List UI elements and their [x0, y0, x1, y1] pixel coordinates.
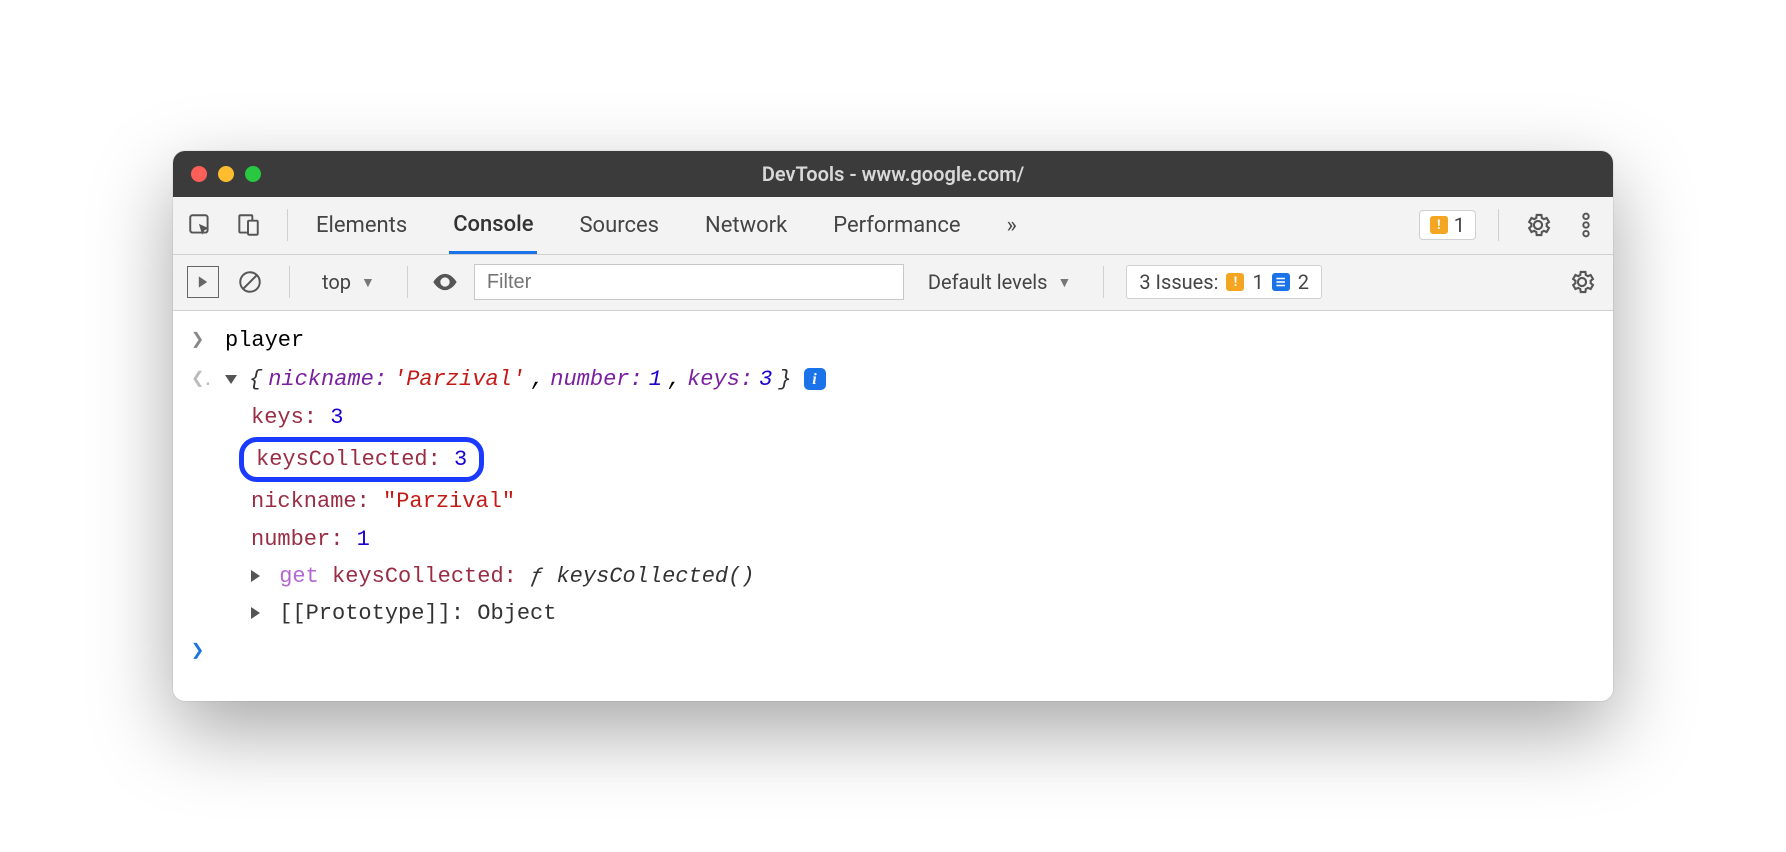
input-prompt-icon: ❯	[191, 323, 225, 358]
console-toolbar: top ▼ Default levels ▼ 3 Issues: ! 1 ☰ 2	[173, 255, 1613, 311]
issues-counter[interactable]: 3 Issues: ! 1 ☰ 2	[1126, 265, 1322, 299]
divider	[287, 209, 288, 241]
prop-key: number:	[251, 527, 343, 552]
property-row[interactable]: number: 1	[251, 521, 1613, 558]
tab-label: Sources	[579, 213, 659, 238]
titlebar: DevTools - www.google.com/	[173, 151, 1613, 197]
filter-input[interactable]	[474, 264, 904, 300]
property-row[interactable]: keys: 3	[251, 399, 1613, 436]
prop-value: 1	[357, 527, 370, 552]
open-brace: {	[249, 362, 262, 397]
prop-value: 3	[454, 447, 467, 472]
property-row-prototype[interactable]: [[Prototype]]: Object	[251, 595, 1613, 632]
warning-icon: !	[1430, 216, 1448, 234]
levels-label: Default levels	[928, 270, 1048, 294]
expand-toggle-icon[interactable]	[225, 375, 237, 384]
warning-icon: !	[1226, 273, 1244, 291]
info-issue-icon: ☰	[1272, 273, 1290, 291]
maximize-window-button[interactable]	[245, 166, 261, 182]
summary-value: 3	[759, 362, 772, 397]
tabs-left-icons	[183, 208, 296, 242]
minimize-window-button[interactable]	[218, 166, 234, 182]
prop-key: [[Prototype]]:	[279, 601, 464, 626]
top-issues-badge[interactable]: ! 1	[1419, 210, 1476, 240]
settings-gear-icon[interactable]	[1521, 208, 1555, 242]
info-count: 2	[1298, 270, 1309, 294]
chevron-down-icon: ▼	[361, 274, 375, 291]
divider	[289, 266, 290, 298]
divider	[1103, 266, 1104, 298]
highlight-annotation: keysCollected: 3	[239, 437, 484, 482]
divider	[1498, 209, 1499, 241]
property-row-highlighted[interactable]: keysCollected: 3	[251, 436, 1613, 483]
tabs-list: Elements Console Sources Network Perform…	[312, 198, 1021, 253]
more-menu-icon[interactable]	[1569, 208, 1603, 242]
function-name: keysCollected()	[556, 564, 754, 589]
tab-performance[interactable]: Performance	[829, 199, 964, 252]
console-input-row: ❯ player	[173, 321, 1613, 360]
console-prompt-row[interactable]: ❯	[173, 632, 1613, 671]
warn-count: 1	[1252, 270, 1263, 294]
tab-network[interactable]: Network	[701, 199, 791, 252]
tab-label: Performance	[833, 213, 960, 238]
devtools-window: DevTools - www.google.com/ Elements Cons…	[173, 151, 1613, 702]
clear-console-icon[interactable]	[233, 265, 267, 299]
execution-context-selector[interactable]: top ▼	[312, 266, 385, 298]
output-prompt-icon: ❮․	[191, 362, 225, 397]
overflow-label: »	[1007, 213, 1017, 238]
summary-key: keys:	[687, 362, 753, 397]
log-levels-selector[interactable]: Default levels ▼	[918, 266, 1082, 298]
prop-key: keysCollected:	[332, 564, 517, 589]
tab-label: Elements	[316, 213, 407, 238]
expand-toggle-icon[interactable]	[251, 570, 260, 582]
tab-label: Console	[453, 212, 533, 237]
summary-key: nickname:	[268, 362, 387, 397]
traffic-lights	[191, 166, 261, 182]
divider	[407, 266, 408, 298]
tab-sources[interactable]: Sources	[575, 199, 663, 252]
prop-key: keys:	[251, 405, 317, 430]
close-brace: }	[778, 362, 791, 397]
summary-key: number:	[550, 362, 642, 397]
chevron-down-icon: ▼	[1058, 274, 1072, 291]
toggle-sidebar-icon[interactable]	[187, 266, 219, 298]
prop-value: "Parzival"	[383, 489, 515, 514]
tabs-right: ! 1	[1419, 208, 1603, 242]
property-row-getter[interactable]: get keysCollected: ƒ keysCollected()	[251, 558, 1613, 595]
input-prompt-icon: ❯	[191, 634, 225, 669]
console-settings-gear-icon[interactable]	[1565, 265, 1599, 299]
prop-value: 3	[330, 405, 343, 430]
tab-console[interactable]: Console	[449, 198, 537, 254]
inspect-element-icon[interactable]	[183, 208, 217, 242]
summary-value: 1	[649, 362, 662, 397]
getter-prefix: get	[279, 564, 319, 589]
expand-toggle-icon[interactable]	[251, 607, 260, 619]
function-f-symbol: ƒ	[530, 564, 543, 589]
tabs-bar: Elements Console Sources Network Perform…	[173, 197, 1613, 255]
console-output-row: ❮․ { nickname: 'Parzival', number: 1, ke…	[173, 360, 1613, 399]
close-window-button[interactable]	[191, 166, 207, 182]
object-summary[interactable]: { nickname: 'Parzival', number: 1, keys:…	[225, 362, 1595, 397]
summary-value: 'Parzival'	[393, 362, 525, 397]
live-expression-icon[interactable]	[430, 267, 460, 297]
tab-label: Network	[705, 213, 787, 238]
badge-count: 1	[1454, 213, 1465, 237]
prop-key: nickname:	[251, 489, 370, 514]
prop-key: keysCollected:	[256, 447, 441, 472]
prop-value: Object	[477, 601, 556, 626]
tab-elements[interactable]: Elements	[312, 199, 411, 252]
window-title: DevTools - www.google.com/	[173, 162, 1613, 186]
console-output: ❯ player ❮․ { nickname: 'Parzival', numb…	[173, 311, 1613, 702]
issues-label: 3 Issues:	[1139, 270, 1218, 294]
device-toggle-icon[interactable]	[231, 208, 265, 242]
console-input-text: player	[225, 323, 1595, 358]
property-row[interactable]: nickname: "Parzival"	[251, 483, 1613, 520]
info-tooltip-icon[interactable]: i	[804, 368, 826, 390]
context-label: top	[322, 270, 351, 294]
console-input-empty[interactable]	[225, 634, 1595, 669]
tabs-overflow[interactable]: »	[1003, 199, 1021, 252]
object-properties: keys: 3 keysCollected: 3 nickname: "Parz…	[173, 399, 1613, 632]
